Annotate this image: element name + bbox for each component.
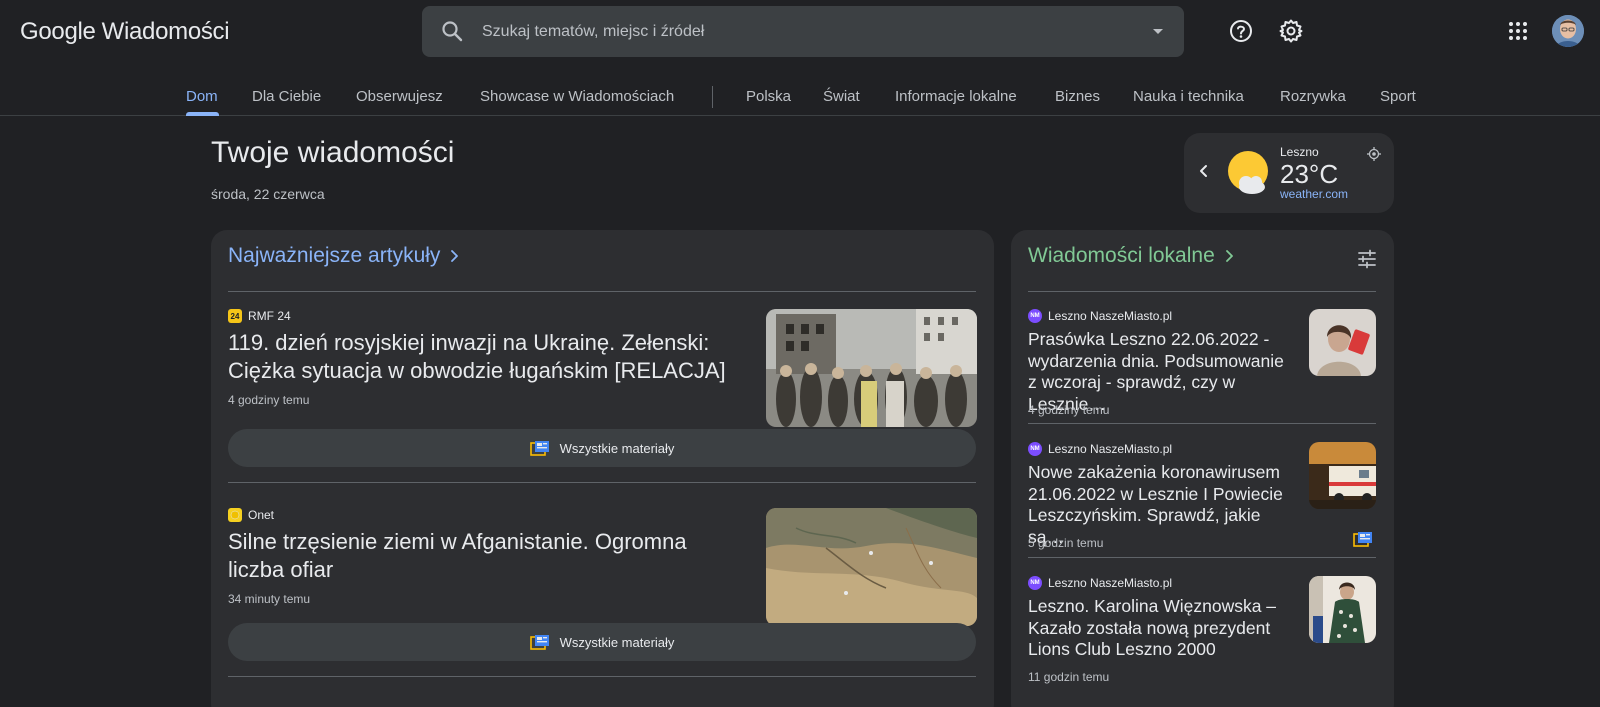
nasze-miasto-logo-icon: NM bbox=[1028, 442, 1042, 456]
full-coverage-icon[interactable] bbox=[1353, 531, 1373, 547]
nasze-miasto-logo-icon: NM bbox=[1028, 309, 1042, 323]
article-time: 4 godziny temu bbox=[228, 393, 310, 407]
article-time: 5 godzin temu bbox=[1028, 536, 1104, 550]
source-name: Onet bbox=[248, 508, 275, 522]
active-tab-indicator bbox=[186, 112, 219, 116]
article-thumbnail[interactable] bbox=[1309, 576, 1376, 643]
top-stories-card: Najważniejsze artykuły 24 RMF 24 119. dz… bbox=[211, 230, 994, 707]
article-source[interactable]: NM Leszno NaszeMiasto.pl bbox=[1028, 576, 1172, 590]
article-source[interactable]: 24 RMF 24 bbox=[228, 309, 291, 323]
article-thumbnail[interactable] bbox=[766, 508, 977, 626]
page-date: środa, 22 czerwca bbox=[211, 186, 325, 202]
full-coverage-label: Wszystkie materiały bbox=[559, 440, 675, 456]
help-icon[interactable] bbox=[1228, 18, 1254, 44]
logo-news: Wiadomości bbox=[101, 18, 230, 45]
tab-local[interactable]: Informacje lokalne bbox=[895, 88, 1017, 105]
full-coverage-button[interactable]: Wszystkie materiały bbox=[228, 623, 976, 661]
apps-grid-icon[interactable] bbox=[1506, 19, 1530, 43]
logo-google: Google bbox=[20, 18, 96, 45]
source-name: Leszno NaszeMiasto.pl bbox=[1048, 309, 1173, 323]
tab-home[interactable]: Dom bbox=[186, 88, 218, 105]
top-stories-title: Najważniejsze artykuły bbox=[228, 244, 441, 267]
top-bar: Google Wiadomości Szukaj tematów, miejsc… bbox=[0, 0, 1600, 116]
article-source[interactable]: NM Leszno NaszeMiasto.pl bbox=[1028, 309, 1172, 323]
full-coverage-label: Wszystkie materiały bbox=[559, 634, 675, 650]
article-time: 34 minuty temu bbox=[228, 592, 311, 606]
article-headline[interactable]: Leszno. Karolina Więznowska – Kazało zos… bbox=[1028, 596, 1293, 661]
woman-dress-photo-icon bbox=[1309, 576, 1376, 643]
nav-separator bbox=[712, 86, 713, 108]
source-name: Leszno NaszeMiasto.pl bbox=[1048, 576, 1173, 590]
google-news-logo[interactable]: Google Wiadomości bbox=[20, 16, 230, 48]
partly-sunny-icon bbox=[1228, 151, 1268, 194]
article-headline[interactable]: Silne trzęsienie ziemi w Afganistanie. O… bbox=[228, 528, 748, 584]
source-name: RMF 24 bbox=[248, 309, 291, 323]
onet-logo-icon bbox=[228, 508, 242, 522]
article-thumbnail[interactable] bbox=[1309, 309, 1376, 376]
tab-world[interactable]: Świat bbox=[823, 88, 860, 105]
tab-business[interactable]: Biznes bbox=[1055, 88, 1100, 105]
page-title: Twoje wiadomości bbox=[211, 136, 455, 169]
article-time: 4 godziny temu bbox=[1028, 403, 1110, 417]
local-news-title: Wiadomości lokalne bbox=[1028, 244, 1215, 267]
location-pin-icon[interactable] bbox=[1367, 147, 1381, 161]
tab-sport[interactable]: Sport bbox=[1380, 88, 1416, 105]
ambulance-photo-icon bbox=[1309, 442, 1376, 509]
divider bbox=[1028, 423, 1376, 424]
article-thumbnail[interactable] bbox=[1309, 442, 1376, 509]
chevron-down-icon[interactable] bbox=[1148, 21, 1168, 41]
weather-location: Leszno bbox=[1280, 145, 1319, 159]
divider bbox=[1028, 557, 1376, 558]
tab-poland[interactable]: Polska bbox=[746, 88, 791, 105]
tab-showcase[interactable]: Showcase w Wiadomościach bbox=[480, 88, 674, 105]
divider bbox=[1028, 291, 1376, 292]
rmf24-logo-icon: 24 bbox=[228, 309, 242, 323]
topic-nav: Dom Dla Ciebie Obserwujesz Showcase w Wi… bbox=[0, 80, 1600, 116]
divider bbox=[228, 676, 976, 677]
local-news-heading[interactable]: Wiadomości lokalne bbox=[1028, 244, 1237, 268]
top-stories-heading[interactable]: Najważniejsze artykuły bbox=[228, 244, 462, 268]
tab-entertainment[interactable]: Rozrywka bbox=[1280, 88, 1346, 105]
search-input[interactable] bbox=[482, 6, 1122, 57]
article-thumbnail[interactable] bbox=[766, 309, 977, 427]
full-coverage-icon bbox=[529, 635, 549, 650]
tab-for-you[interactable]: Dla Ciebie bbox=[252, 88, 321, 105]
tab-science-tech[interactable]: Nauka i technika bbox=[1133, 88, 1244, 105]
chevron-right-icon bbox=[1225, 250, 1233, 262]
chevron-left-icon[interactable] bbox=[1194, 161, 1214, 181]
war-photo-icon bbox=[766, 309, 977, 427]
source-name: Leszno NaszeMiasto.pl bbox=[1048, 442, 1173, 456]
article-headline[interactable]: 119. dzień rosyjskiej inwazji na Ukrainę… bbox=[228, 329, 748, 385]
tune-icon[interactable] bbox=[1356, 248, 1378, 270]
article-source[interactable]: NM Leszno NaszeMiasto.pl bbox=[1028, 442, 1172, 456]
satellite-map-icon bbox=[766, 508, 977, 626]
article-time: 11 godzin temu bbox=[1028, 670, 1110, 684]
divider bbox=[228, 291, 976, 292]
local-news-card: Wiadomości lokalne NM Leszno NaszeMiasto… bbox=[1011, 230, 1394, 707]
chevron-right-icon bbox=[451, 250, 459, 262]
weather-widget[interactable]: Leszno 23°C weather.com bbox=[1184, 133, 1394, 213]
woman-photo-icon bbox=[1309, 309, 1376, 376]
search-icon[interactable] bbox=[440, 19, 464, 43]
full-coverage-button[interactable]: Wszystkie materiały bbox=[228, 429, 976, 467]
gear-icon[interactable] bbox=[1278, 18, 1304, 44]
user-photo-icon bbox=[1552, 15, 1584, 47]
avatar[interactable] bbox=[1552, 15, 1584, 47]
weather-temperature: 23°C bbox=[1280, 159, 1339, 189]
full-coverage-icon bbox=[529, 441, 549, 456]
nasze-miasto-logo-icon: NM bbox=[1028, 576, 1042, 590]
article-source[interactable]: Onet bbox=[228, 508, 274, 522]
search-bar[interactable] bbox=[422, 6, 1184, 57]
tab-following[interactable]: Obserwujesz bbox=[356, 88, 443, 105]
weather-source-link[interactable]: weather.com bbox=[1280, 187, 1348, 201]
divider bbox=[228, 482, 976, 483]
